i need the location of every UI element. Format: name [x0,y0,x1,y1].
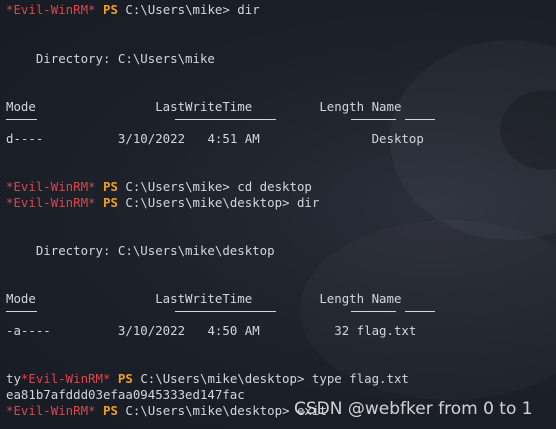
entry-time: 4:51 AM [207,131,260,146]
underline [6,311,37,312]
prompt-evil: *Evil-WinRM* [6,179,96,194]
directory-label: Directory: C:\Users\mike [35,51,215,66]
entry-name: flag.txt [356,323,417,338]
prompt-evil: *Evil-WinRM* [6,2,96,17]
prompt-line: *Evil-WinRM* PS C:\Users\mike> cd deskto… [6,179,312,195]
prompt-ps: PS [103,2,118,17]
underline [6,119,37,120]
prompt-path: C:\Users\mike> [125,179,230,194]
prompt-line: *Evil-WinRM* PS C:\Users\mike\desktop> d… [6,195,319,211]
prompt-line: ty*Evil-WinRM* PS C:\Users\mike\desktop>… [6,371,409,387]
underline [405,311,435,312]
prompt-ps: PS [103,195,118,210]
command-output: ea81b7afddd03efaa0945333ed147fac [6,387,245,402]
prompt-line[interactable]: *Evil-WinRM* PS C:\Users\mike\desktop> e… [6,403,327,419]
prompt-ps: PS [117,371,133,386]
directory-label: Directory: C:\Users\mike\desktop [35,243,275,258]
entry-date: 3/10/2022 [117,323,186,338]
table-underline-line [6,303,435,319]
prompt-evil: *Evil-WinRM* [6,403,96,418]
entry-time: 4:50 AM [207,323,260,338]
prompt-path: C:\Users\mike\desktop> [125,195,290,210]
table-row: d---- 3/10/2022 4:51 AM Desktop [6,131,424,147]
underline [405,119,435,120]
directory-line: Directory: C:\Users\mike\desktop [6,243,275,259]
prompt-prefix: ty [6,371,21,386]
terminal-window[interactable]: *Evil-WinRM* PS C:\Users\mike> dir Direc… [0,0,556,429]
background-shape [500,90,556,170]
entry-mode: -a---- [6,323,51,338]
prompt-evil: *Evil-WinRM* [6,195,96,210]
command-text: dir [289,195,320,210]
table-row: -a---- 3/10/2022 4:50 AM 32 flag.txt [6,323,416,339]
underline [351,119,396,120]
entry-length: 32 [334,323,350,338]
prompt-ps: PS [103,179,118,194]
watermark-text: CSDN @webfker from 0 to 1 [294,399,533,419]
directory-line: Directory: C:\Users\mike [6,51,215,67]
prompt-path: C:\Users\mike\desktop> [125,403,290,418]
prompt-ps: PS [103,403,118,418]
table-underline-line [6,111,435,127]
command-text: cd desktop [229,179,312,194]
prompt-evil: *Evil-WinRM* [20,371,111,386]
prompt-path: C:\Users\mike\desktop> [140,371,305,386]
underline [175,311,276,312]
prompt-path: C:\Users\mike> [125,2,230,17]
underline [175,119,276,120]
entry-name: Desktop [371,131,424,146]
entry-date: 3/10/2022 [117,131,186,146]
command-text: dir [229,2,260,17]
entry-mode: d---- [6,131,44,146]
underline [351,311,396,312]
command-text: type flag.txt [304,371,409,386]
prompt-line: *Evil-WinRM* PS C:\Users\mike> dir [6,2,260,18]
